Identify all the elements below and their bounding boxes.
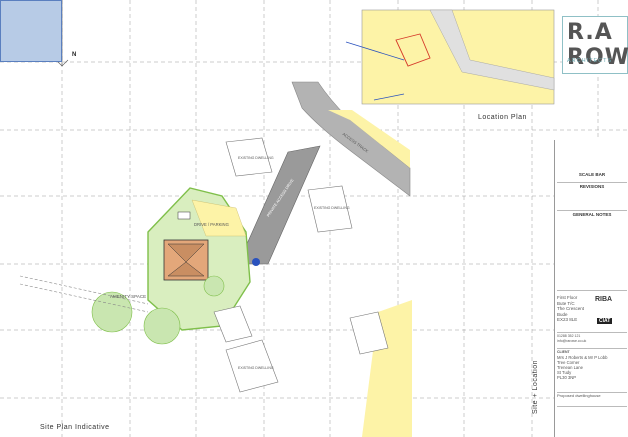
site-plan-caption: Site Plan Indicative xyxy=(40,424,110,431)
general-notes-heading: GENERAL NOTES xyxy=(572,212,612,217)
lane-edge xyxy=(19,275,149,305)
architect-logo: R.A ROWE ARCHITECTS xyxy=(562,16,628,74)
existing-dwelling-label-3: EXISTING DWELLING xyxy=(238,366,274,370)
drive-parking-label: DRIVE / PARKING xyxy=(194,222,229,227)
practice-address: First Floor Bute T/C The Crescent Bude E… xyxy=(557,295,627,323)
client-cell: CLIENT Mrs J Roberts & Mr P Lobb Tree Co… xyxy=(557,350,627,393)
ciat-logo: CIAT xyxy=(597,318,613,324)
tree-2 xyxy=(143,307,181,345)
general-notes-cell: GENERAL NOTES xyxy=(557,212,627,291)
client-details: Mrs J Roberts & Mr P Lobb Tree Corner Tr… xyxy=(557,355,627,380)
title-block: SCALE BAR REVISIONS GENERAL NOTES First … xyxy=(554,140,628,437)
site-marker-icon xyxy=(252,258,260,266)
contact-cell: 01288 352 121 info@rarowe.co.uk xyxy=(557,334,627,349)
site-location-caption: Site + Location xyxy=(532,359,539,414)
existing-dwelling-label-2: EXISTING DWELLING xyxy=(314,206,350,210)
logo-subtitle: ARCHITECTS xyxy=(567,58,613,64)
existing-dwelling-5 xyxy=(213,305,253,343)
address-line: EX23 8LE xyxy=(557,317,578,322)
scale-bar-cell: SCALE BAR xyxy=(557,172,627,183)
riba-logo: RIBA xyxy=(595,296,613,303)
key-plan-tile xyxy=(0,0,62,62)
tree-3 xyxy=(203,275,225,297)
existing-dwelling-label-1: EXISTING DWELLING xyxy=(238,156,274,160)
revisions-heading: REVISIONS xyxy=(579,184,605,189)
amenity-space-label: AMENITY SPACE xyxy=(110,294,147,299)
parked-car xyxy=(177,211,191,220)
revisions-cell: REVISIONS xyxy=(557,184,627,211)
project-cell: Proposed dwellinghouse xyxy=(557,393,627,407)
email-address: info@rarowe.co.uk xyxy=(557,338,587,343)
practice-address-cell: First Floor Bute T/C The Crescent Bude E… xyxy=(557,292,627,333)
location-plan-caption: Location Plan xyxy=(478,114,527,121)
client-line: PL30 3NP xyxy=(557,374,577,380)
scale-bar-heading: SCALE BAR xyxy=(578,172,606,177)
north-label: N xyxy=(72,52,77,58)
project-name: Proposed dwellinghouse xyxy=(557,393,601,398)
